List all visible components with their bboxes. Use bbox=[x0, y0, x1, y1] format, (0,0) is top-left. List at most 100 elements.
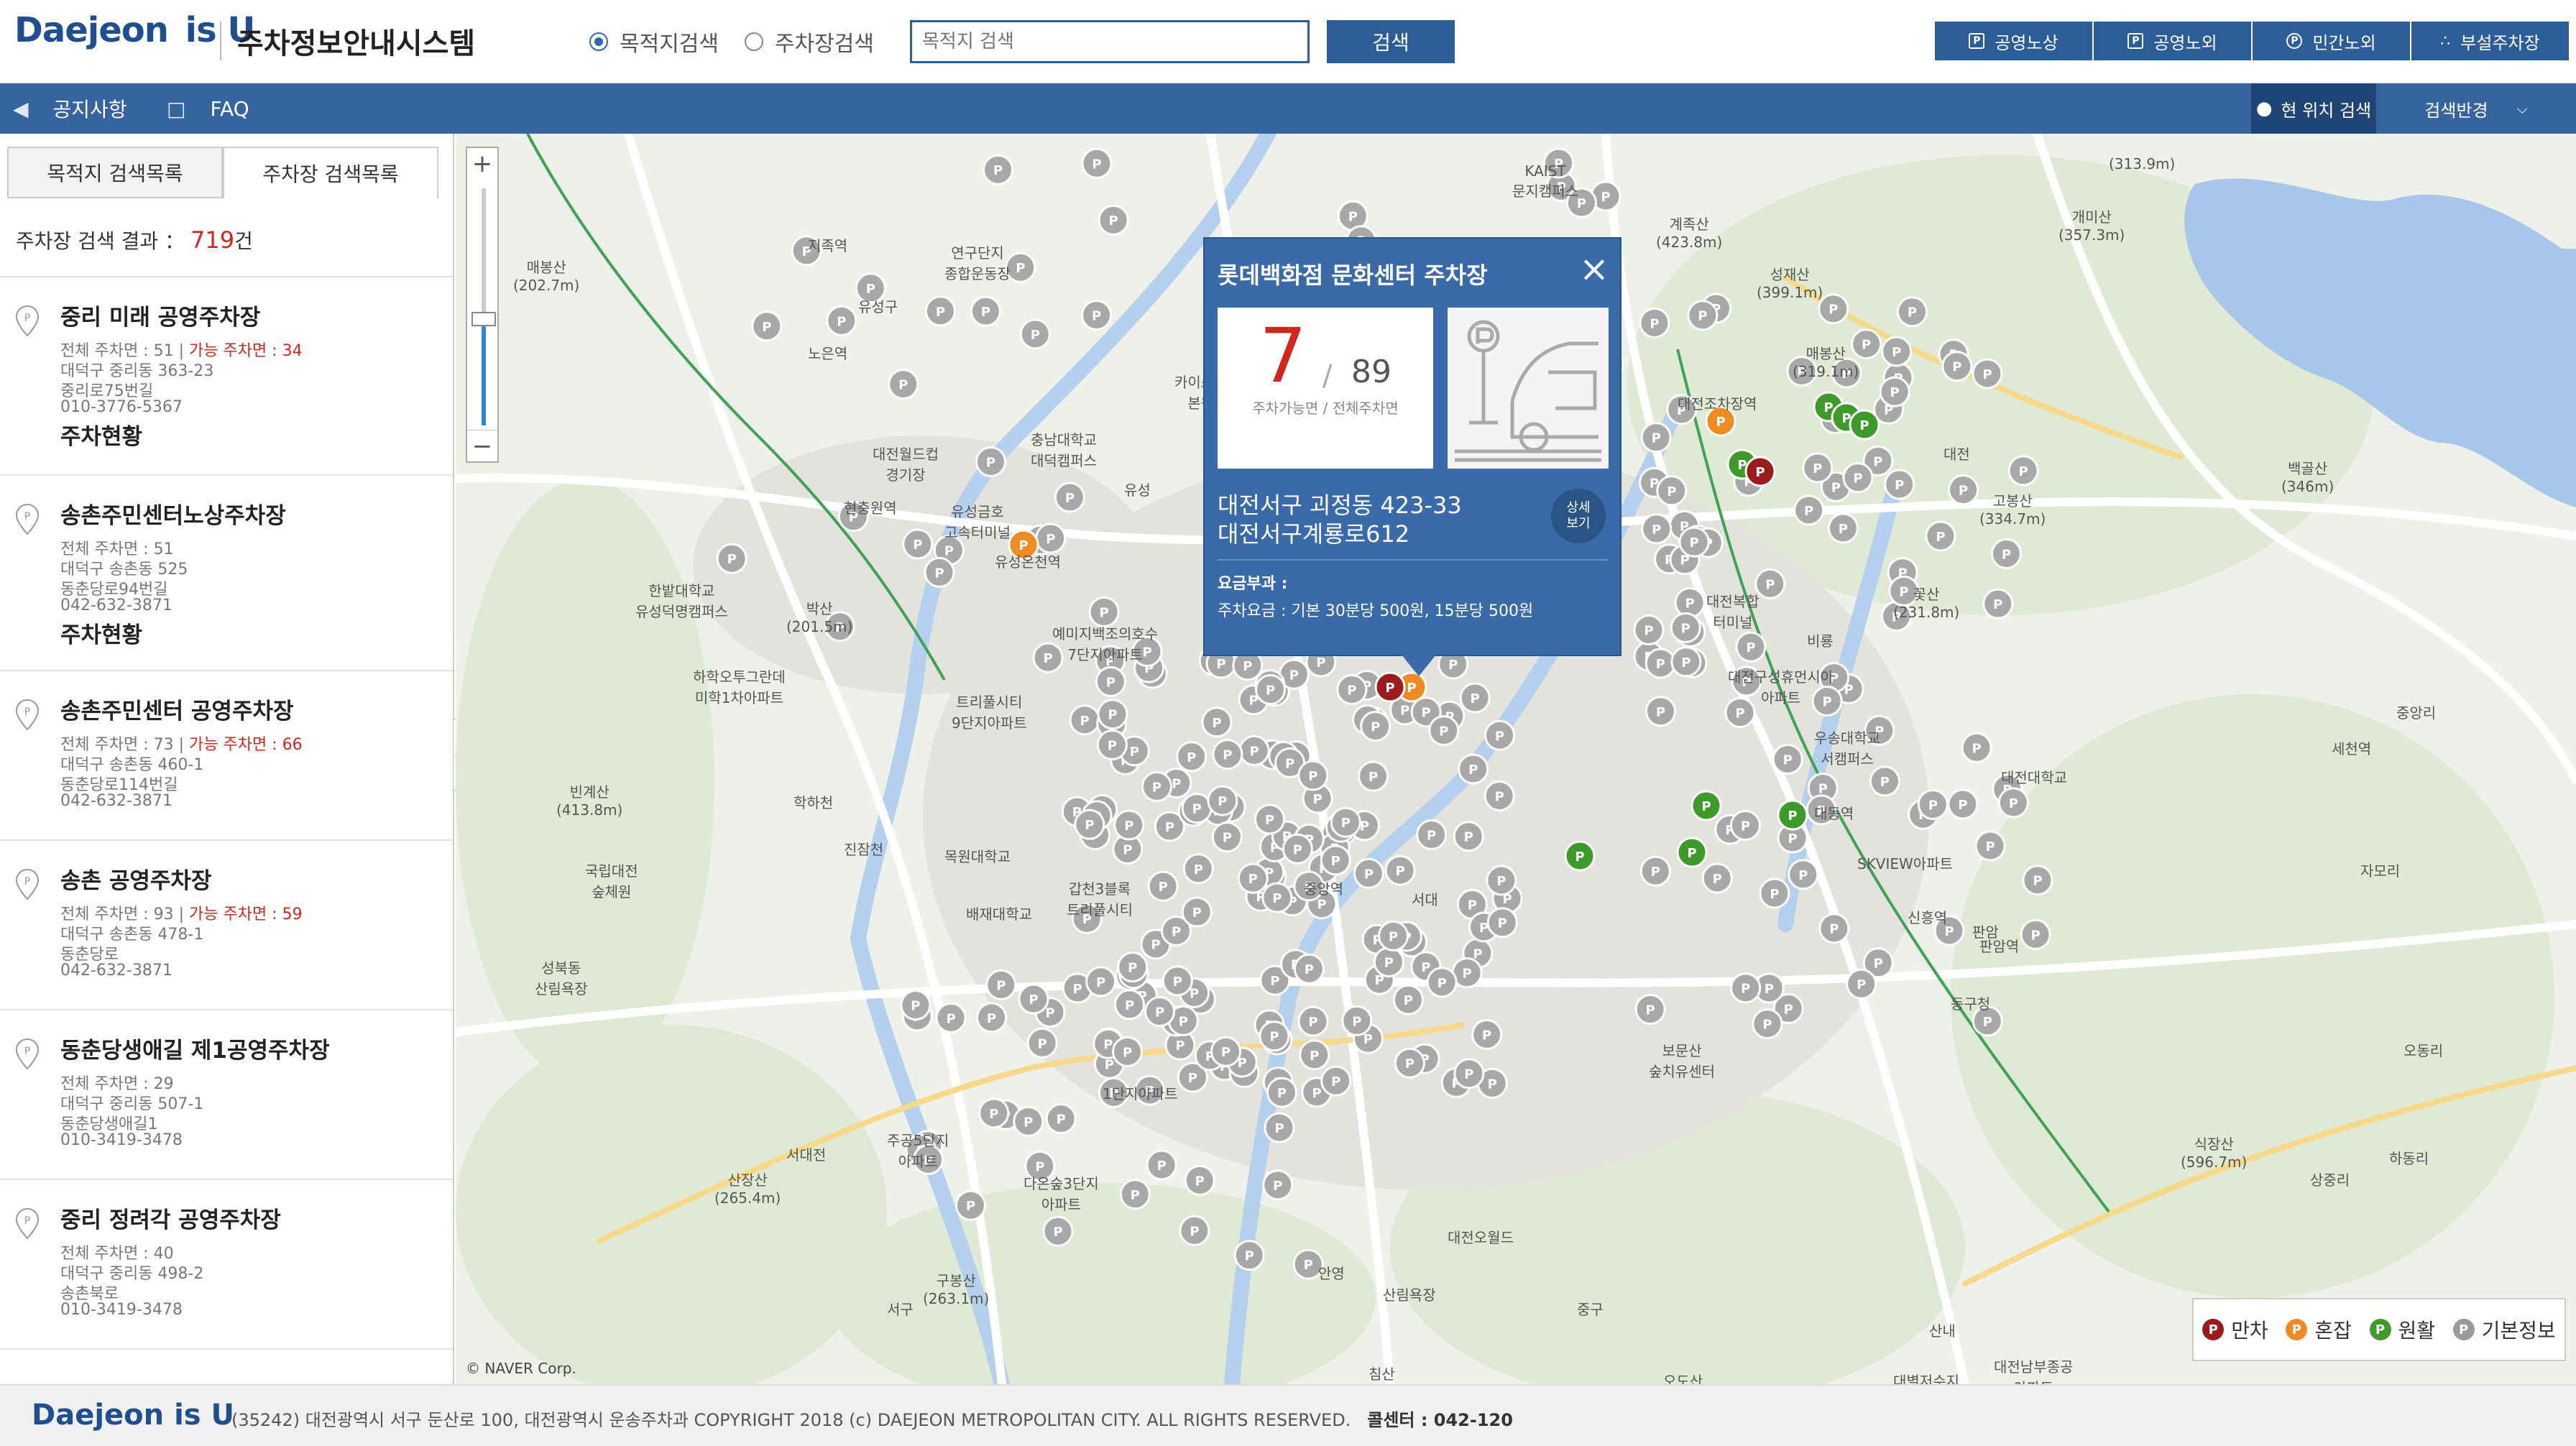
radio-parking[interactable]: 주차장검색 bbox=[745, 26, 874, 57]
notice-link[interactable]: ◀ 공지사항 bbox=[13, 83, 127, 134]
parking-marker[interactable]: P bbox=[1674, 587, 1706, 619]
parking-marker[interactable]: P bbox=[1353, 857, 1384, 889]
parking-marker[interactable]: P bbox=[1729, 809, 1761, 841]
parking-marker[interactable]: P bbox=[1818, 913, 1850, 944]
parking-marker[interactable]: P bbox=[1264, 1112, 1295, 1143]
parking-marker[interactable]: P bbox=[1373, 947, 1404, 978]
parking-marker[interactable]: P bbox=[1119, 1179, 1151, 1210]
parking-marker[interactable]: P bbox=[1972, 358, 2003, 390]
map-view[interactable]: PPPPPPPPPPPPPPPPPPPPPPPPPPPPPPPPPPPPPPPP… bbox=[456, 134, 2576, 1384]
parking-marker[interactable]: P bbox=[1360, 711, 1392, 742]
parking-marker[interactable]: P bbox=[1176, 741, 1208, 773]
parking-marker[interactable]: P bbox=[1358, 760, 1389, 792]
parking-marker[interactable]: P bbox=[1827, 512, 1859, 544]
parking-marker[interactable]: P bbox=[1486, 907, 1518, 939]
nav-attached-parking[interactable]: ∴ 부설주차장 bbox=[2411, 22, 2570, 60]
parking-marker[interactable]: P bbox=[1394, 1047, 1425, 1079]
parking-marker[interactable]: P bbox=[826, 305, 857, 336]
parking-marker[interactable]: P bbox=[1752, 1008, 1783, 1040]
parking-marker[interactable]: P bbox=[1261, 882, 1293, 913]
parking-marker[interactable]: P bbox=[1453, 821, 1484, 852]
search-radius-dropdown[interactable]: 검색반경 ⌵ bbox=[2376, 83, 2576, 134]
parking-marker[interactable]: P bbox=[1378, 920, 1409, 952]
parking-marker[interactable]: P bbox=[1330, 806, 1361, 838]
parking-marker[interactable]: P bbox=[1701, 862, 1733, 894]
parking-marker[interactable]: P bbox=[1113, 809, 1145, 841]
parking-marker[interactable]: P bbox=[1744, 456, 1776, 487]
parking-marker[interactable]: P bbox=[1990, 538, 2022, 569]
parking-marker[interactable]: P bbox=[1179, 1215, 1210, 1246]
parking-marker[interactable]: P bbox=[1641, 513, 1673, 545]
parking-marker[interactable]: P bbox=[975, 446, 1007, 477]
parking-marker[interactable]: P bbox=[1896, 296, 1928, 328]
parking-marker[interactable]: P bbox=[1941, 351, 1973, 382]
tab-parking-list[interactable]: 주차장 검색목록 bbox=[223, 147, 438, 198]
parking-marker[interactable]: P bbox=[1233, 1240, 1265, 1271]
parking-marker[interactable]: P bbox=[1484, 780, 1515, 811]
parking-marker[interactable]: P bbox=[1320, 1065, 1352, 1097]
parking-marker[interactable]: P bbox=[1670, 646, 1702, 678]
parking-marker[interactable]: P bbox=[1656, 475, 1688, 507]
nav-public-offstreet-parking[interactable]: P 공영노외 bbox=[2094, 22, 2253, 60]
logo[interactable]: Daejeon is U bbox=[14, 10, 255, 50]
parking-marker[interactable]: P bbox=[1181, 896, 1213, 928]
parking-marker[interactable]: P bbox=[1320, 844, 1351, 876]
parking-marker[interactable]: P bbox=[1069, 704, 1100, 736]
parking-marker[interactable]: P bbox=[1948, 474, 1979, 505]
parking-marker[interactable]: P bbox=[2022, 865, 2053, 896]
parking-marker[interactable]: P bbox=[1341, 1005, 1373, 1036]
parking-marker[interactable]: P bbox=[954, 1189, 986, 1221]
parking-marker[interactable]: P bbox=[985, 969, 1017, 1000]
parking-marker[interactable]: P bbox=[1181, 793, 1213, 824]
parking-marker[interactable]: P bbox=[1259, 1021, 1290, 1052]
parking-marker[interactable]: P bbox=[1486, 865, 1517, 896]
parking-marker[interactable]: P bbox=[935, 1002, 967, 1033]
parking-marker[interactable]: P bbox=[1112, 1036, 1144, 1067]
parking-marker[interactable]: P bbox=[751, 310, 783, 342]
parking-marker[interactable]: P bbox=[924, 556, 955, 588]
parking-marker[interactable]: P bbox=[1777, 799, 1808, 831]
parking-marker[interactable]: P bbox=[1384, 855, 1416, 886]
parking-lot-item[interactable]: P 송촌 공영주차장 전체 주차면 : 93 | 가능 주차면 : 59 대덕구… bbox=[0, 841, 453, 1010]
parking-marker[interactable]: P bbox=[888, 369, 919, 400]
parking-marker[interactable]: P bbox=[1484, 719, 1516, 751]
lot-name[interactable]: 송촌 공영주차장 bbox=[60, 862, 211, 895]
parking-marker[interactable]: P bbox=[1644, 696, 1676, 727]
parking-marker[interactable]: P bbox=[1634, 993, 1666, 1025]
parking-marker[interactable]: P bbox=[1141, 771, 1173, 803]
parking-marker[interactable]: P bbox=[1042, 1215, 1074, 1247]
parking-marker[interactable]: P bbox=[1842, 462, 1874, 494]
parking-marker[interactable]: P bbox=[1974, 830, 2006, 862]
parking-marker[interactable]: P bbox=[1670, 612, 1701, 643]
parking-marker[interactable]: P bbox=[1144, 995, 1176, 1027]
parking-marker[interactable]: P bbox=[1081, 300, 1113, 331]
parking-lot-item[interactable]: P 중리 미래 공영주차장 전체 주차면 : 51 | 가능 주차면 : 34 … bbox=[0, 277, 453, 476]
search-button[interactable]: 검색 bbox=[1327, 20, 1455, 63]
parking-marker[interactable]: P bbox=[1690, 790, 1722, 821]
parking-marker[interactable]: P bbox=[1818, 293, 1849, 325]
parking-marker[interactable]: P bbox=[716, 543, 748, 574]
parking-marker[interactable]: P bbox=[1374, 671, 1406, 703]
parking-marker[interactable]: P bbox=[1846, 968, 1877, 1000]
faq-link[interactable]: □ FAQ bbox=[167, 83, 249, 134]
nav-private-parking[interactable]: P 민간노외 bbox=[2253, 22, 2411, 60]
parking-lot-item[interactable]: P 중리 정려각 공영주차장 전체 주차면 : 40 대덕구 중리동 498-2… bbox=[0, 1180, 453, 1350]
parking-marker[interactable]: P bbox=[1735, 631, 1767, 663]
search-input[interactable] bbox=[910, 20, 1310, 63]
parking-marker[interactable]: P bbox=[1184, 1164, 1215, 1196]
lot-name[interactable]: 송촌주민센터노상주차장 bbox=[60, 497, 286, 530]
parking-marker[interactable]: P bbox=[1633, 614, 1665, 646]
lot-name[interactable]: 동춘당생애길 제1공영주차장 bbox=[60, 1032, 330, 1064]
parking-marker[interactable]: P bbox=[1644, 648, 1676, 679]
parking-marker[interactable]: P bbox=[1788, 859, 1819, 890]
parking-marker[interactable]: P bbox=[1085, 966, 1117, 998]
lot-status-link[interactable]: 주차현황 bbox=[60, 418, 142, 451]
parking-marker[interactable]: P bbox=[1416, 819, 1448, 850]
parking-marker[interactable]: P bbox=[976, 1002, 1008, 1033]
parking-lot-item[interactable]: P 동춘당생애길 제1공영주차장 전체 주차면 : 29 대덕구 중리동 507… bbox=[0, 1010, 453, 1180]
parking-marker[interactable]: P bbox=[1211, 821, 1243, 853]
parking-marker[interactable]: P bbox=[1262, 1169, 1294, 1201]
parking-marker[interactable]: P bbox=[1336, 674, 1368, 706]
parking-marker[interactable]: P bbox=[1238, 734, 1270, 766]
parking-marker[interactable]: P bbox=[1678, 526, 1710, 558]
